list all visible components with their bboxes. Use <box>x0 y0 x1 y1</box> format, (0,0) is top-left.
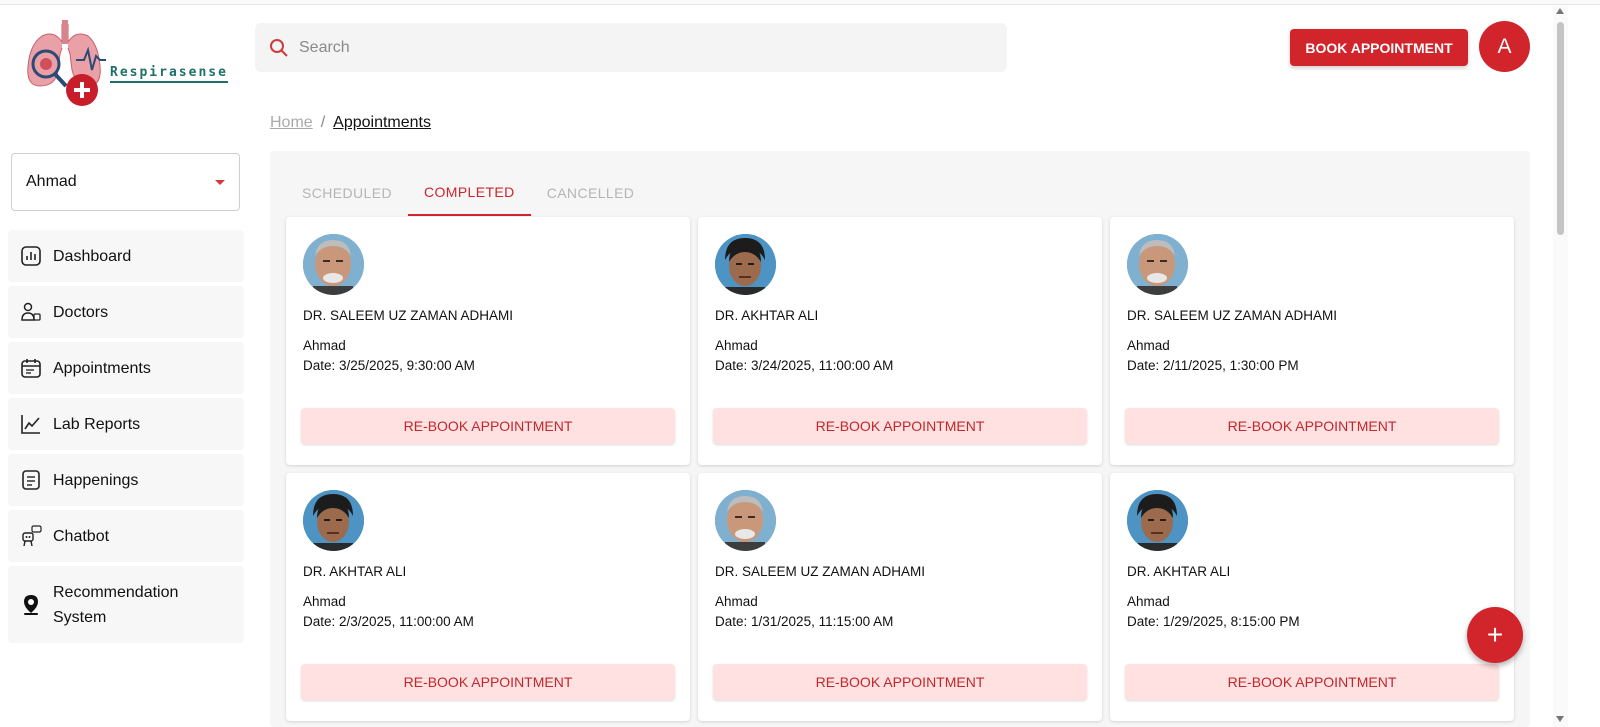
appointment-card: DR. SALEEM UZ ZAMAN ADHAMI Ahmad Date: 3… <box>286 217 690 465</box>
patient-name: Ahmad <box>715 594 758 609</box>
doctor-name: DR. SALEEM UZ ZAMAN ADHAMI <box>715 564 926 579</box>
doctor-name: DR. AKHTAR ALI <box>1127 564 1231 579</box>
sidebar-item-recommendation-system[interactable]: Recommendation System <box>8 566 244 643</box>
rebook-appointment-button[interactable]: RE-BOOK APPOINTMENT <box>1125 664 1499 700</box>
sidebar-item-label: Appointments <box>53 359 151 377</box>
document-icon <box>20 469 42 491</box>
breadcrumb: Home / Appointments <box>270 114 431 132</box>
rebook-appointment-button[interactable]: RE-BOOK APPOINTMENT <box>713 408 1087 444</box>
sidebar: Respirasense Ahmad Dashboard Doctors App… <box>0 6 256 727</box>
chatbot-icon <box>20 525 42 547</box>
patient-select[interactable]: Ahmad <box>11 153 240 211</box>
chevron-down-icon <box>215 179 225 185</box>
dashboard-icon <box>20 245 42 267</box>
appointment-card: DR. SALEEM UZ ZAMAN ADHAMI Ahmad Date: 2… <box>1110 217 1514 465</box>
search-input[interactable] <box>299 38 899 57</box>
appointment-card: DR. AKHTAR ALI Ahmad Date: 1/29/2025, 8:… <box>1110 473 1514 721</box>
doctor-name: DR. SALEEM UZ ZAMAN ADHAMI <box>303 308 514 323</box>
appointment-card: DR. SALEEM UZ ZAMAN ADHAMI Ahmad Date: 1… <box>698 473 1102 721</box>
sidebar-item-label: Lab Reports <box>53 415 141 433</box>
add-fab-button[interactable]: + <box>1467 607 1523 663</box>
sidebar-nav: Dashboard Doctors Appointments Lab Repor… <box>8 230 244 647</box>
sidebar-item-label: Chatbot <box>53 527 110 545</box>
patient-name: Ahmad <box>303 594 346 609</box>
patient-name: Ahmad <box>715 338 758 353</box>
doctor-photo <box>1127 234 1188 295</box>
calendar-icon <box>20 357 42 379</box>
breadcrumb-current[interactable]: Appointments <box>333 114 431 132</box>
sidebar-item-lab-reports[interactable]: Lab Reports <box>8 398 244 450</box>
sidebar-item-doctors[interactable]: Doctors <box>8 286 244 338</box>
sidebar-item-label: Recommendation System <box>53 583 179 626</box>
appointment-card: DR. AKHTAR ALI Ahmad Date: 3/24/2025, 11… <box>698 217 1102 465</box>
tab-scheduled[interactable]: SCHEDULED <box>286 169 408 216</box>
appointment-date: Date: 3/25/2025, 9:30:00 AM <box>303 358 475 373</box>
book-appointment-button[interactable]: BOOK APPOINTMENT <box>1290 29 1468 66</box>
doctor-photo <box>1127 490 1188 551</box>
rebook-appointment-button[interactable]: RE-BOOK APPOINTMENT <box>1125 408 1499 444</box>
brand-name: Respirasense <box>110 65 228 83</box>
appointment-date: Date: 2/11/2025, 1:30:00 PM <box>1127 358 1299 373</box>
sidebar-item-label: Happenings <box>53 471 139 489</box>
logo[interactable]: Respirasense <box>24 20 234 118</box>
appointment-date: Date: 1/29/2025, 8:15:00 PM <box>1127 614 1300 629</box>
patient-select-value: Ahmad <box>26 173 77 190</box>
tab-completed[interactable]: COMPLETED <box>407 169 531 216</box>
search-bar[interactable] <box>255 23 1007 72</box>
page-scrollbar[interactable] <box>1553 6 1568 727</box>
appointment-card: DR. AKHTAR ALI Ahmad Date: 2/3/2025, 11:… <box>286 473 690 721</box>
patient-name: Ahmad <box>1127 338 1170 353</box>
scroll-down-arrow-icon[interactable] <box>1556 716 1564 722</box>
scroll-up-arrow-icon[interactable] <box>1556 8 1564 14</box>
doctor-photo <box>715 490 776 551</box>
appointment-cards: DR. SALEEM UZ ZAMAN ADHAMI Ahmad Date: 3… <box>286 217 1514 721</box>
scroll-thumb[interactable] <box>1557 22 1564 235</box>
appointment-tabs: SCHEDULED COMPLETED CANCELLED <box>286 169 650 217</box>
doctor-name: DR. AKHTAR ALI <box>715 308 819 323</box>
search-icon <box>270 38 288 57</box>
sidebar-item-appointments[interactable]: Appointments <box>8 342 244 394</box>
tab-cancelled[interactable]: CANCELLED <box>531 169 651 216</box>
sidebar-item-dashboard[interactable]: Dashboard <box>8 230 244 282</box>
sidebar-item-chatbot[interactable]: Chatbot <box>8 510 244 562</box>
doctor-photo <box>303 234 364 295</box>
patient-name: Ahmad <box>303 338 346 353</box>
sidebar-item-label: Dashboard <box>53 247 132 265</box>
doctor-name: DR. SALEEM UZ ZAMAN ADHAMI <box>1127 308 1338 323</box>
rebook-appointment-button[interactable]: RE-BOOK APPOINTMENT <box>301 408 675 444</box>
appointments-panel: SCHEDULED COMPLETED CANCELLED DR. SALEEM… <box>270 151 1530 727</box>
avatar[interactable]: A <box>1479 21 1530 72</box>
rebook-appointment-button[interactable]: RE-BOOK APPOINTMENT <box>301 664 675 700</box>
chart-line-icon <box>20 413 42 435</box>
appointment-date: Date: 2/3/2025, 11:00:00 AM <box>303 614 474 629</box>
appointment-date: Date: 3/24/2025, 11:00:00 AM <box>715 358 894 373</box>
doctor-photo <box>715 234 776 295</box>
patient-name: Ahmad <box>1127 594 1170 609</box>
breadcrumb-separator: / <box>320 114 326 131</box>
sidebar-item-happenings[interactable]: Happenings <box>8 454 244 506</box>
lungs-logo-icon <box>27 20 106 106</box>
doctor-photo <box>303 490 364 551</box>
sidebar-item-label: Doctors <box>53 303 109 321</box>
doctors-icon <box>20 301 42 323</box>
rebook-appointment-button[interactable]: RE-BOOK APPOINTMENT <box>713 664 1087 700</box>
appointment-date: Date: 1/31/2025, 11:15:00 AM <box>715 614 894 629</box>
breadcrumb-home-link[interactable]: Home <box>270 114 313 132</box>
location-pin-icon <box>20 594 42 616</box>
top-border <box>0 0 1600 5</box>
doctor-name: DR. AKHTAR ALI <box>303 564 407 579</box>
